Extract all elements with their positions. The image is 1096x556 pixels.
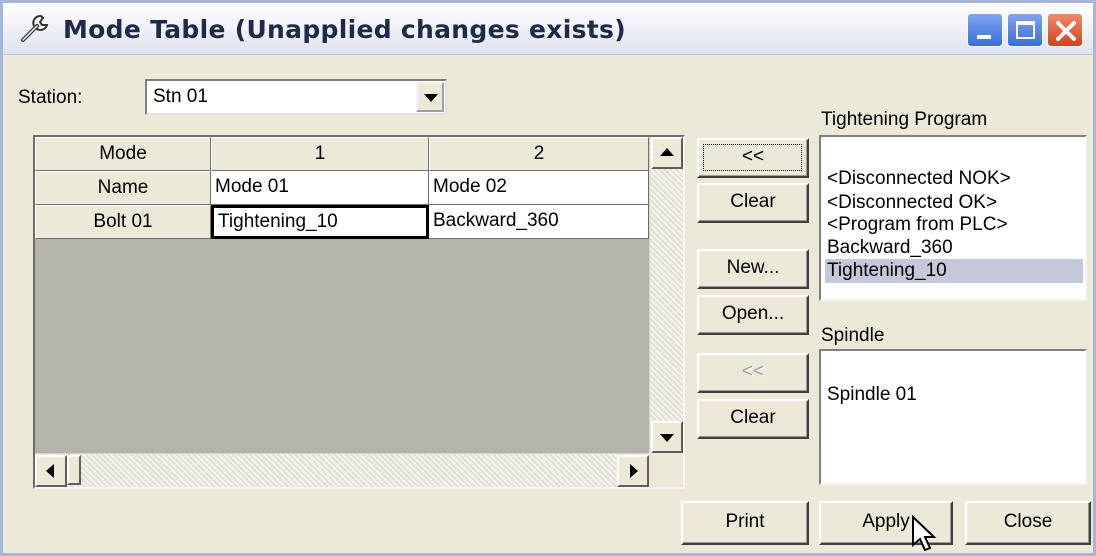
list-item[interactable]: <Program from PLC> [825,213,1083,237]
row-header-name[interactable]: Name [35,171,211,205]
scroll-corner [649,453,683,487]
mode-grid[interactable]: Mode 1 2 Name Mode 01 Mode 02 Bolt 01 Ti… [33,135,685,489]
maximize-button[interactable] [1007,13,1043,47]
horizontal-scrollbar[interactable] [35,453,649,487]
clear-program-button[interactable]: Clear [697,183,809,223]
grid-cell-selected[interactable]: Tightening_10 [211,205,429,239]
list-item[interactable]: <Disconnected NOK> [825,167,1083,191]
scroll-right-icon[interactable] [617,455,649,487]
scroll-left-icon[interactable] [35,455,67,487]
station-value: Stn 01 [153,86,208,107]
window-title: Mode Table (Unapplied changes exists) [63,15,626,44]
grid-cell[interactable]: Backward_360 [429,205,649,239]
list-item[interactable]: Spindle 01 [825,383,1083,407]
grid-cell[interactable]: Mode 01 [211,171,429,205]
clear-spindle-button[interactable]: Clear [697,399,809,439]
scroll-down-icon[interactable] [651,421,683,453]
wrench-icon [21,14,49,42]
list-item[interactable]: Backward_360 [825,236,1083,260]
station-label: Station: [18,87,83,108]
tightening-program-label: Tightening Program [821,109,988,130]
vertical-scrollbar[interactable] [649,137,683,453]
close-window-button[interactable] [1047,13,1083,47]
list-item-selected[interactable]: Tightening_10 [825,259,1083,283]
close-button[interactable]: Close [965,501,1091,545]
chevron-down-icon[interactable] [416,82,444,112]
spindle-label: Spindle [821,325,885,346]
minimize-button[interactable] [967,13,1003,47]
tightening-program-list[interactable]: <Disconnected NOK> <Disconnected OK> <Pr… [819,135,1087,301]
row-header-mode[interactable]: Mode [35,137,211,171]
assign-spindle-button[interactable]: << [697,353,809,393]
grid-cell[interactable]: Mode 02 [429,171,649,205]
close-icon [1056,21,1076,41]
scroll-thumb[interactable] [67,455,81,485]
new-button[interactable]: New... [697,249,809,289]
mouse-cursor-icon [912,515,937,552]
maximize-icon [1016,21,1035,39]
mode-table-window: Mode Table (Unapplied changes exists) St… [0,0,1096,556]
print-button[interactable]: Print [681,501,809,545]
spindle-list[interactable]: Spindle 01 [819,349,1087,485]
list-item[interactable]: <Disconnected OK> [825,191,1083,215]
column-header-1[interactable]: 1 [211,137,429,171]
open-button[interactable]: Open... [697,295,809,335]
assign-program-button[interactable]: << [697,138,809,178]
station-select[interactable]: Stn 01 [145,79,447,115]
row-header-bolt[interactable]: Bolt 01 [35,205,211,239]
minimize-icon [977,35,991,39]
column-header-2[interactable]: 2 [429,137,649,171]
scroll-up-icon[interactable] [651,137,683,169]
title-bar[interactable]: Mode Table (Unapplied changes exists) [3,3,1093,55]
